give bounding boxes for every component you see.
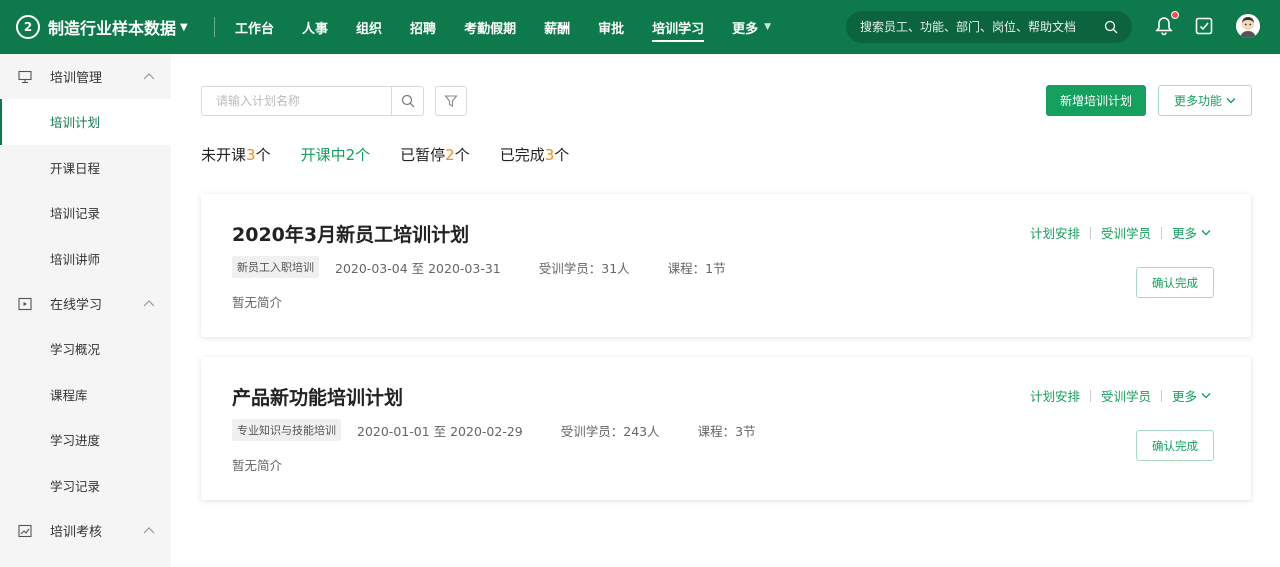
plan-meta: 新员工入职培训 2020-03-04 至 2020-03-31 受训学员：31人… — [232, 256, 764, 278]
sidebar-item-course-library[interactable]: 课程库 — [0, 372, 171, 418]
action-separator — [1089, 226, 1091, 239]
plan-title[interactable]: 2020年3月新员工培训计划 — [232, 220, 469, 247]
sidebar-item-trainers[interactable]: 培训讲师 — [0, 236, 171, 282]
action-separator — [1160, 389, 1162, 402]
nav-item-approval[interactable]: 审批 — [584, 0, 638, 54]
nav-item-attendance[interactable]: 考勤假期 — [450, 0, 530, 54]
plan-description: 暂无简介 — [232, 295, 283, 310]
status-count: 2 — [445, 146, 455, 164]
main-content: 新增培训计划 更多功能 未开课3个 开课中2个 已暂停2个 已完成3个 2020… — [171, 54, 1280, 567]
plan-trainee-count: 受训学员：31人 — [538, 260, 630, 276]
plan-date-range: 2020-01-01 至 2020-02-29 — [357, 423, 523, 439]
new-training-plan-button[interactable]: 新增培训计划 — [1046, 85, 1146, 116]
action-separator — [1160, 226, 1162, 239]
plan-search-button[interactable] — [391, 87, 423, 115]
plan-trainees-link[interactable]: 受训学员 — [1101, 386, 1151, 405]
tab-paused[interactable]: 已暂停2个 — [400, 144, 470, 165]
chevron-down-icon[interactable] — [1201, 229, 1211, 236]
nav-item-recruitment[interactable]: 招聘 — [396, 0, 450, 54]
sidebar-group-training-assessment[interactable]: 培训考核 — [0, 508, 171, 553]
notification-dot — [1171, 11, 1179, 19]
status-tabs: 未开课3个 开课中2个 已暂停2个 已完成3个 — [201, 144, 599, 165]
tab-in-progress[interactable]: 开课中2个 — [301, 144, 371, 165]
plan-actions: 计划安排 受训学员 更多 — [1030, 386, 1211, 405]
confirm-complete-button[interactable]: 确认完成 — [1136, 430, 1214, 461]
plan-schedule-link[interactable]: 计划安排 — [1030, 223, 1080, 242]
nav-item-payroll[interactable]: 薪酬 — [530, 0, 584, 54]
brand-name: 制造行业样本数据 — [48, 19, 177, 38]
plan-trainees-link[interactable]: 受训学员 — [1101, 223, 1151, 242]
confirm-complete-button[interactable]: 确认完成 — [1136, 267, 1214, 298]
nav-item-more[interactable]: 更多 ▼ — [718, 0, 785, 54]
play-icon — [18, 297, 32, 310]
plan-title[interactable]: 产品新功能培训计划 — [232, 383, 403, 410]
plan-search-input[interactable] — [202, 87, 392, 115]
more-functions-button[interactable]: 更多功能 — [1158, 85, 1252, 116]
global-search-input[interactable] — [860, 20, 1100, 34]
chart-icon — [18, 524, 32, 537]
plan-schedule-link[interactable]: 计划安排 — [1030, 386, 1080, 405]
sidebar-item-course-schedule[interactable]: 开课日程 — [0, 145, 171, 191]
plan-card: 产品新功能培训计划 专业知识与技能培训 2020-01-01 至 2020-02… — [201, 357, 1251, 500]
plan-search-box — [201, 86, 424, 116]
plan-course-count: 课程：1节 — [667, 260, 726, 276]
avatar-icon — [1236, 14, 1260, 38]
task-button[interactable] — [1192, 14, 1216, 38]
plan-more-link[interactable]: 更多 — [1172, 386, 1197, 405]
plan-type-tag: 专业知识与技能培训 — [232, 419, 341, 441]
tab-completed[interactable]: 已完成3个 — [500, 144, 570, 165]
plan-type-tag: 新员工入职培训 — [232, 256, 319, 278]
status-count: 3 — [246, 146, 256, 164]
bell-icon — [1155, 17, 1173, 36]
nav-item-workbench[interactable]: 工作台 — [221, 0, 288, 54]
nav-item-training[interactable]: 培训学习 — [638, 0, 718, 54]
sidebar: 培训管理 培训计划 开课日程 培训记录 培训讲师 在线学习 学习概况 课程库 学… — [0, 54, 171, 567]
plan-trainee-count: 受训学员：243人 — [560, 423, 660, 439]
sidebar-group-label: 培训考核 — [50, 525, 103, 540]
search-icon — [401, 94, 415, 108]
sidebar-item-training-plan[interactable]: 培训计划 — [0, 99, 171, 145]
tab-not-started[interactable]: 未开课3个 — [201, 144, 271, 165]
plan-meta: 专业知识与技能培训 2020-01-01 至 2020-02-29 受训学员：2… — [232, 419, 794, 441]
sidebar-item-learning-overview[interactable]: 学习概况 — [0, 326, 171, 372]
status-count: 2 — [345, 146, 356, 164]
plan-date-range: 2020-03-04 至 2020-03-31 — [335, 260, 501, 276]
chevron-up-icon — [143, 73, 155, 80]
sidebar-group-label: 在线学习 — [50, 298, 103, 313]
filter-button[interactable] — [435, 86, 467, 116]
search-icon[interactable] — [1104, 20, 1118, 34]
plan-description: 暂无简介 — [232, 458, 283, 473]
brand-switcher[interactable]: 2 制造行业样本数据 ▼ — [0, 0, 210, 54]
nav-item-organization[interactable]: 组织 — [342, 0, 396, 54]
plan-course-count: 课程：3节 — [697, 423, 756, 439]
nav-item-personnel[interactable]: 人事 — [288, 0, 342, 54]
sidebar-group-online-learning[interactable]: 在线学习 — [0, 281, 171, 326]
plan-card: 2020年3月新员工培训计划 新员工入职培训 2020-03-04 至 2020… — [201, 194, 1251, 337]
sidebar-group-label: 培训管理 — [50, 71, 103, 86]
user-avatar[interactable] — [1236, 14, 1260, 38]
plan-more-link[interactable]: 更多 — [1172, 223, 1197, 242]
main-nav: 工作台 人事 组织 招聘 考勤假期 薪酬 审批 培训学习 更多 ▼ — [221, 0, 785, 54]
monitor-icon — [18, 70, 32, 83]
global-search[interactable] — [846, 11, 1132, 43]
chevron-down-icon: ▼ — [764, 22, 772, 32]
chevron-up-icon — [143, 527, 155, 534]
chevron-up-icon — [143, 300, 155, 307]
filter-icon — [444, 95, 458, 107]
status-count: 3 — [544, 146, 555, 164]
top-navigation-bar: 2 制造行业样本数据 ▼ 工作台 人事 组织 招聘 考勤假期 薪酬 审批 培训学… — [0, 0, 1280, 54]
notification-button[interactable] — [1152, 11, 1179, 38]
sidebar-item-learning-progress[interactable]: 学习进度 — [0, 417, 171, 463]
chevron-down-icon — [1226, 98, 1236, 104]
plan-actions: 计划安排 受训学员 更多 — [1030, 223, 1211, 242]
chevron-down-icon: ▼ — [180, 21, 188, 33]
sidebar-group-training-management[interactable]: 培训管理 — [0, 54, 171, 99]
sidebar-item-training-records[interactable]: 培训记录 — [0, 190, 171, 236]
nav-divider — [214, 17, 215, 37]
checklist-icon — [1195, 17, 1213, 35]
chevron-down-icon[interactable] — [1201, 392, 1211, 399]
company-logo-icon: 2 — [16, 15, 40, 39]
sidebar-item-learning-records[interactable]: 学习记录 — [0, 463, 171, 509]
action-separator — [1089, 389, 1091, 402]
